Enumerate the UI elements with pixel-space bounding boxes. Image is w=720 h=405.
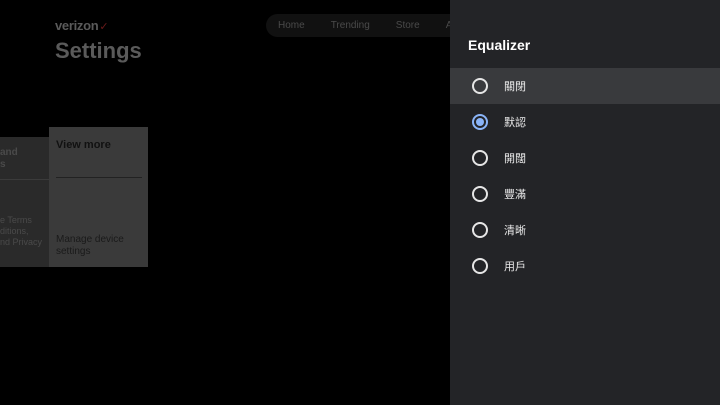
card-title: and s [0, 147, 18, 170]
radio-icon[interactable] [472, 258, 488, 274]
card-divider [0, 179, 49, 180]
panel-title: Equalizer [468, 37, 531, 53]
card-divider [56, 177, 142, 178]
equalizer-option-user[interactable]: 用戶 [450, 248, 720, 284]
equalizer-option-full[interactable]: 豐滿 [450, 176, 720, 212]
card-title: View more [56, 139, 111, 151]
option-label: 豐滿 [504, 188, 526, 201]
radio-icon[interactable] [472, 222, 488, 238]
card-description: e Terms ditions, nd Privacy [0, 215, 43, 247]
settings-background: verizon✓ Settings Home Trending Store Ap… [0, 0, 450, 405]
equalizer-option-default[interactable]: 默認 [450, 104, 720, 140]
settings-card-view-more[interactable]: View more Manage device settings [49, 127, 148, 267]
nav-trending[interactable]: Trending [331, 20, 370, 31]
option-label: 清晰 [504, 224, 526, 237]
equalizer-options: 關閉 默認 開闊 豐滿 清晰 用戶 [450, 68, 720, 284]
check-icon: ✓ [99, 21, 109, 33]
equalizer-option-clear[interactable]: 清晰 [450, 212, 720, 248]
equalizer-option-off[interactable]: 關閉 [450, 68, 720, 104]
option-label: 默認 [504, 116, 526, 129]
card-description: Manage device settings [56, 234, 124, 257]
top-nav: Home Trending Store Ap [266, 14, 450, 37]
radio-checked-icon[interactable] [472, 114, 488, 130]
option-label: 關閉 [504, 80, 526, 93]
radio-icon[interactable] [472, 186, 488, 202]
option-label: 用戶 [504, 260, 526, 273]
radio-icon[interactable] [472, 78, 488, 94]
equalizer-option-open[interactable]: 開闊 [450, 140, 720, 176]
nav-home[interactable]: Home [278, 20, 305, 31]
page-title: Settings [55, 38, 142, 63]
logo-text: verizon [55, 18, 99, 33]
settings-card-terms[interactable]: and s e Terms ditions, nd Privacy [0, 137, 49, 267]
nav-store[interactable]: Store [396, 20, 420, 31]
radio-icon[interactable] [472, 150, 488, 166]
equalizer-panel: Equalizer 關閉 默認 開闊 豐滿 清晰 用戶 [450, 0, 720, 405]
verizon-logo: verizon✓ [55, 18, 109, 33]
option-label: 開闊 [504, 152, 526, 165]
